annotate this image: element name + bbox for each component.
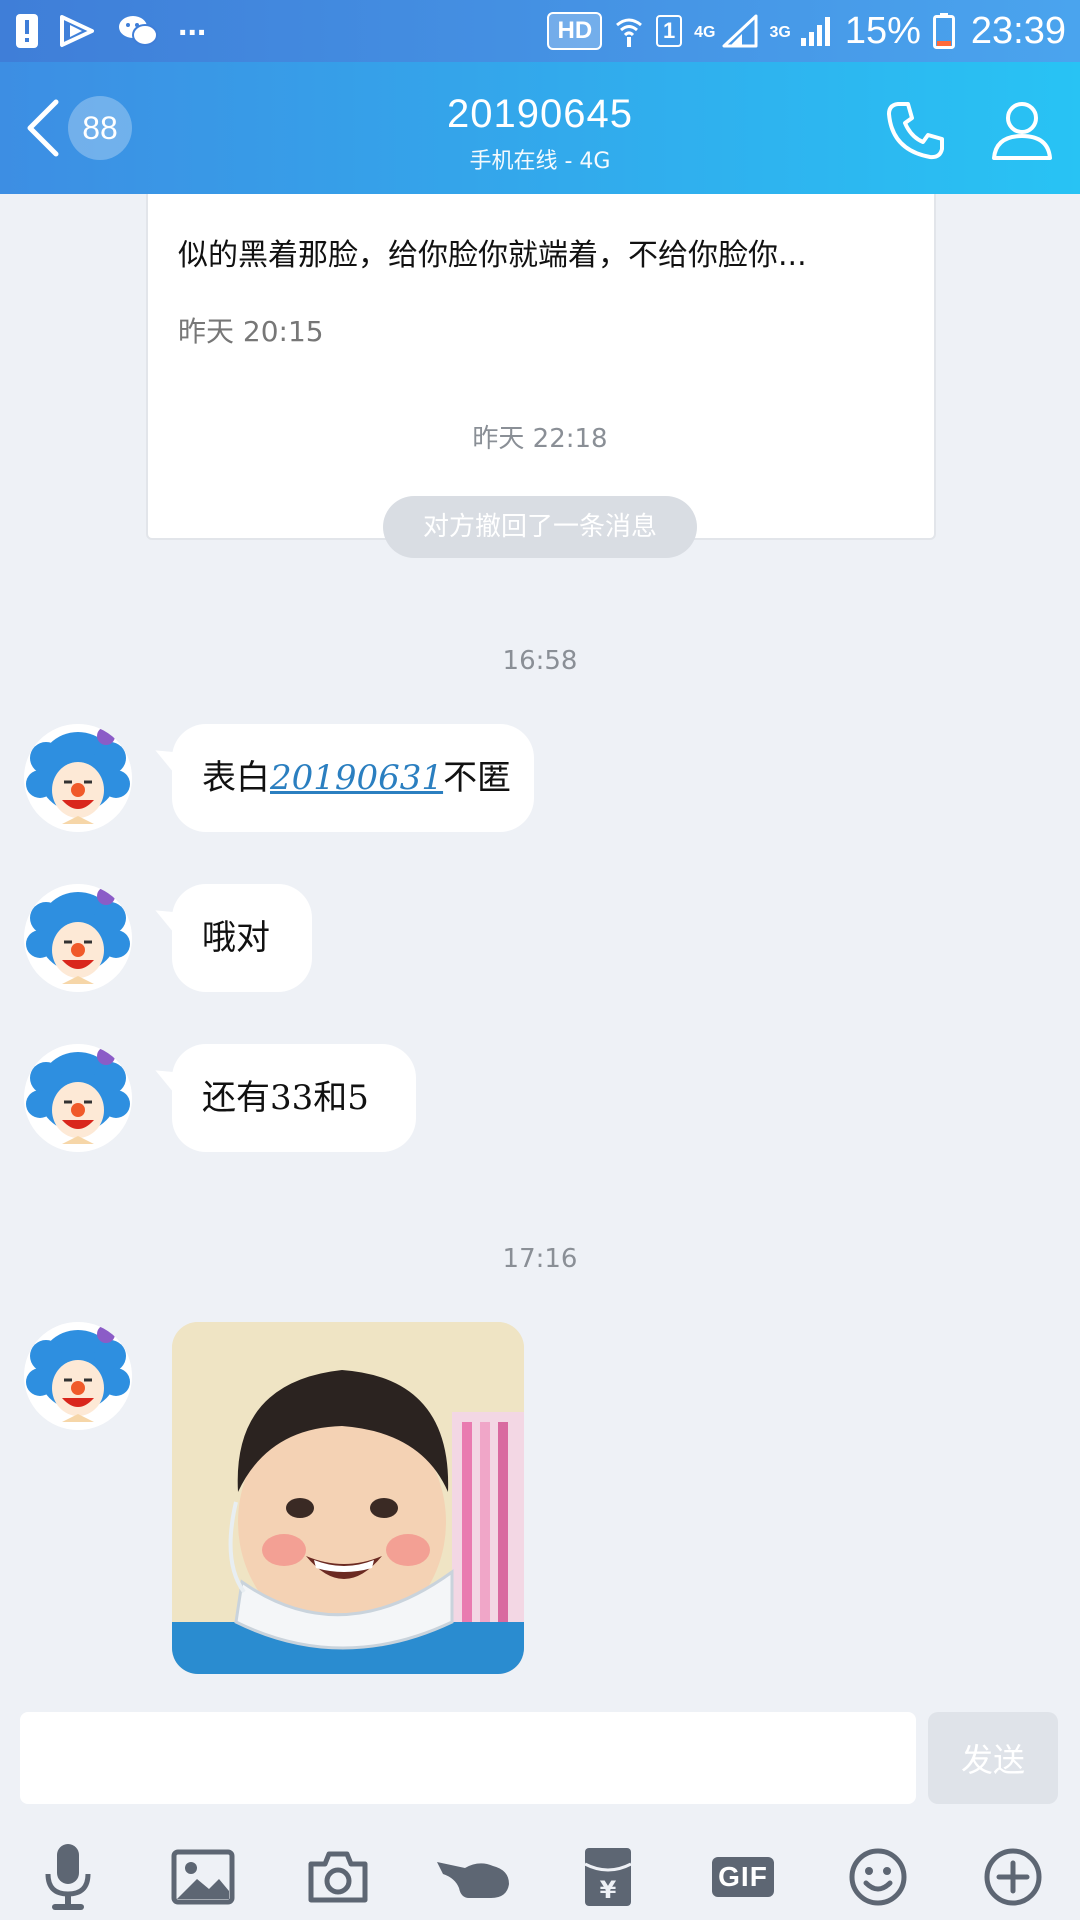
camera-button[interactable]: [298, 1842, 378, 1912]
timestamp-separator: 17:16: [502, 1244, 578, 1274]
clown-avatar-icon: [24, 884, 132, 992]
profile-button[interactable]: [990, 98, 1054, 162]
battery-percent: 15%: [844, 9, 921, 52]
signal-icon: [722, 14, 758, 48]
poke-button[interactable]: [433, 1842, 513, 1912]
status-bar: ... HD 1 4G 3G 15% 23:39: [0, 0, 1080, 62]
gif-button[interactable]: GIF: [703, 1842, 783, 1912]
poke-icon: [437, 1862, 509, 1898]
more-notifications: ...: [178, 4, 207, 43]
message-bubble[interactable]: 哦对: [172, 884, 312, 992]
message-list[interactable]: 似的黑着那脸，给你脸你就端着，不给你脸你... 昨天 20:15 昨天 22:1…: [0, 194, 1080, 1710]
clock: 23:39: [970, 9, 1066, 52]
input-area: 发送 ¥ GIF: [0, 1710, 1080, 1920]
card-timestamp: 昨天 20:15: [178, 315, 324, 348]
message-text: 哦对: [202, 918, 270, 958]
timestamp-separator: 16:58: [502, 646, 578, 676]
call-button[interactable]: [884, 98, 948, 162]
message-input[interactable]: [20, 1712, 916, 1804]
message-link[interactable]: 20190631: [270, 758, 443, 798]
voice-button[interactable]: [28, 1842, 108, 1912]
message-text: 不匿: [443, 758, 512, 798]
avatar[interactable]: [24, 1322, 132, 1430]
input-toolbar: ¥ GIF: [0, 1832, 1080, 1920]
recall-notice: 对方撤回了一条消息: [383, 496, 697, 558]
clown-avatar-icon: [24, 724, 132, 832]
plus-icon: [984, 1848, 1042, 1906]
video-app-icon: [58, 13, 98, 49]
wechat-icon: [118, 14, 158, 48]
avatar[interactable]: [24, 724, 132, 832]
album-button[interactable]: [163, 1842, 243, 1912]
chat-header: 88 20190645 手机在线 - 4G: [0, 62, 1080, 194]
network-type-2: 3G: [769, 23, 791, 41]
avatar[interactable]: [24, 884, 132, 992]
smiling-child-photo: [172, 1322, 524, 1674]
clown-avatar-icon: [24, 1044, 132, 1152]
more-button[interactable]: [973, 1842, 1053, 1912]
signal-icon: [797, 14, 833, 48]
clown-avatar-icon: [24, 1322, 132, 1430]
emoji-button[interactable]: [838, 1842, 918, 1912]
send-button[interactable]: 发送: [928, 1712, 1058, 1804]
network-type-1: 4G: [694, 23, 716, 41]
alert-icon: [16, 14, 38, 48]
battery-icon: [932, 13, 955, 49]
message-bubble[interactable]: 还有33和5: [172, 1044, 416, 1152]
shared-card-message[interactable]: 似的黑着那脸，给你脸你就端着，不给你脸你... 昨天 20:15: [146, 194, 936, 540]
gif-icon: GIF: [712, 1857, 774, 1897]
message-bubble[interactable]: 表白20190631不匿: [172, 724, 534, 832]
image-icon: [171, 1849, 235, 1905]
camera-icon: [308, 1851, 368, 1903]
wifi-icon: [614, 13, 644, 49]
emoji-icon: [849, 1848, 907, 1906]
sim-indicator: 1: [656, 15, 683, 47]
red-packet-button[interactable]: ¥: [568, 1842, 648, 1912]
card-body-text: 似的黑着那脸，给你脸你就端着，不给你脸你...: [178, 238, 807, 273]
svg-text:¥: ¥: [600, 1876, 617, 1904]
user-icon: [992, 102, 1052, 160]
message-text: 还有33和5: [202, 1078, 369, 1118]
message-text: 表白: [202, 758, 270, 798]
red-packet-icon: ¥: [584, 1848, 632, 1906]
hd-badge: HD: [547, 12, 603, 50]
phone-icon: [887, 102, 944, 160]
timestamp-separator: 昨天 22:18: [472, 424, 608, 454]
image-message[interactable]: [172, 1322, 524, 1674]
mic-icon: [45, 1844, 91, 1910]
avatar[interactable]: [24, 1044, 132, 1152]
